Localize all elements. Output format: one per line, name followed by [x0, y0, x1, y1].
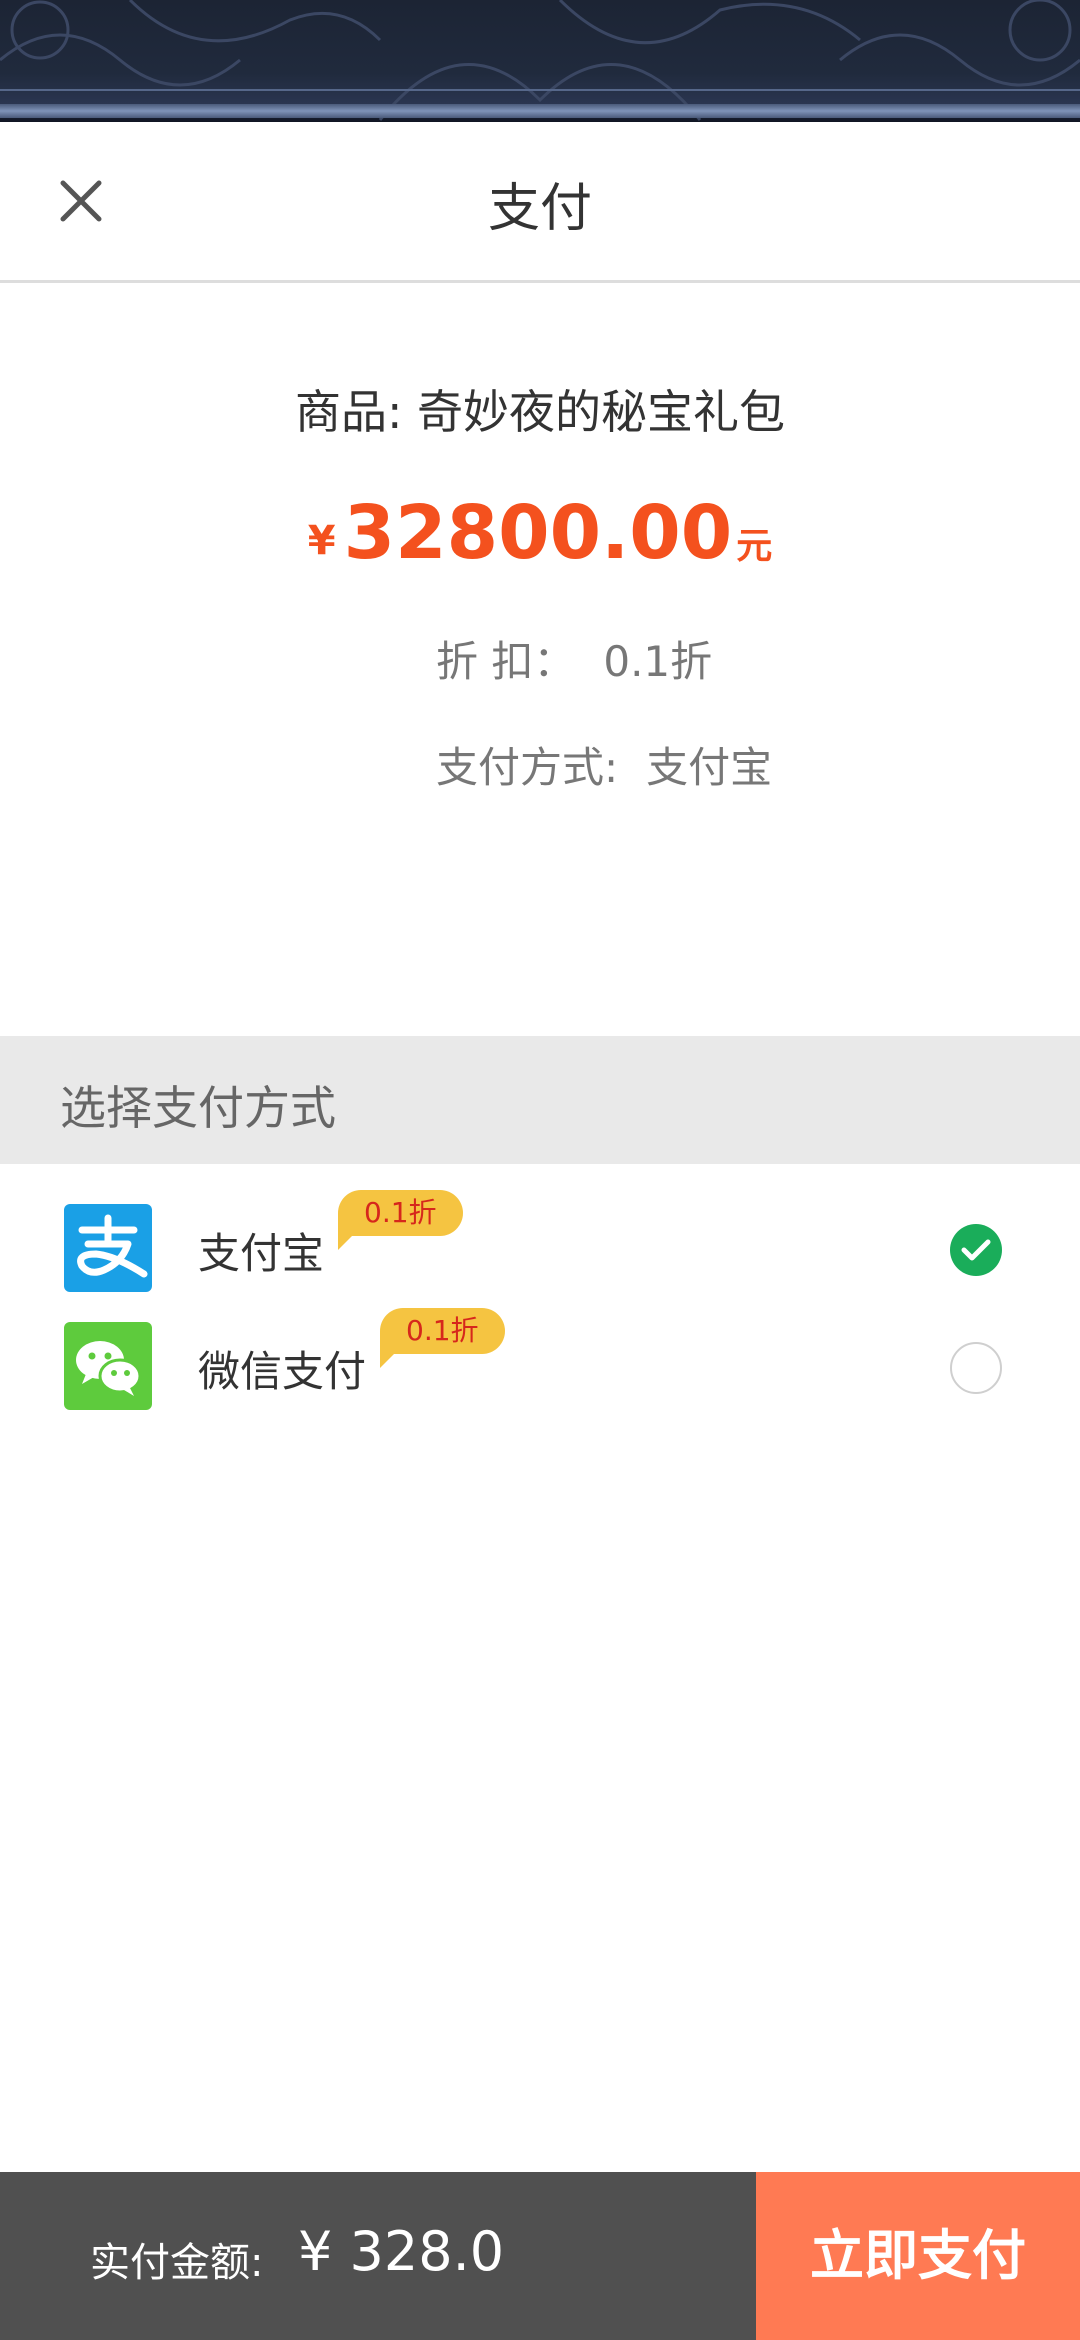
discount-label: 折 扣：: [436, 637, 576, 686]
amount-area: 实付金额: ¥ 328.0: [0, 2172, 756, 2340]
pay-now-button[interactable]: 立即支付: [756, 2172, 1080, 2340]
discount-badge: 0.1折: [380, 1308, 505, 1368]
payment-section-header: 选择支付方式: [0, 1036, 1080, 1164]
payment-method-row: 支付方式: 支付宝: [436, 734, 772, 795]
payment-option-alipay[interactable]: 支付宝 0.1折: [0, 1190, 1080, 1308]
radio-unselected[interactable]: [950, 1342, 1002, 1394]
amount-value: ¥ 328.0: [298, 2220, 505, 2283]
payment-option-wechat[interactable]: 微信支付 0.1折: [0, 1308, 1080, 1426]
page-title: 支付: [487, 179, 592, 239]
check-icon: [961, 1239, 991, 1261]
amount-label: 实付金额:: [90, 2240, 264, 2286]
product-name: 商品: 奇妙夜的秘宝礼包: [294, 385, 786, 439]
payment-header: 支付: [0, 122, 1080, 283]
wechat-icon: [64, 1322, 152, 1410]
section-title: 选择支付方式: [60, 1081, 336, 1135]
bottom-bar: 实付金额: ¥ 328.0 立即支付: [0, 2172, 1080, 2340]
payment-method-value: 支付宝: [646, 743, 773, 792]
alipay-icon: [64, 1204, 152, 1292]
payment-option-label: 微信支付: [198, 1347, 367, 1396]
discount-badge: 0.1折: [338, 1190, 463, 1250]
price-unit: 元: [736, 526, 773, 567]
payment-option-label: 支付宝: [198, 1229, 325, 1278]
radio-selected[interactable]: [950, 1224, 1002, 1276]
discount-value: 0.1折: [603, 637, 713, 686]
payment-method-label: 支付方式:: [436, 743, 619, 792]
banner-edge: [0, 104, 1080, 118]
game-background-banner: [0, 0, 1080, 122]
price-display: ¥32800.00 元: [0, 490, 1080, 576]
price-amount: 32800.00: [343, 490, 733, 576]
currency-symbol: ¥: [307, 518, 336, 564]
discount-row: 折 扣： 0.1折: [436, 628, 712, 689]
